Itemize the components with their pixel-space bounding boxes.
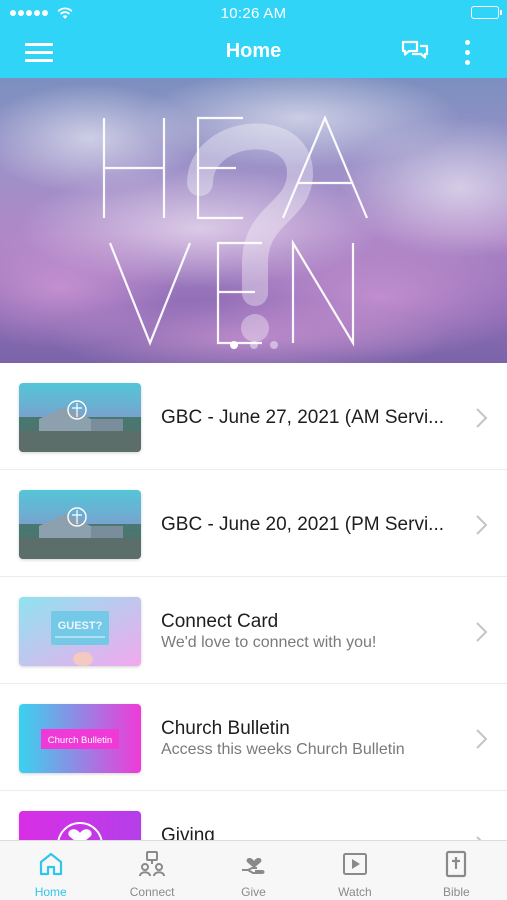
list-item[interactable]: GUEST? Connect Card We'd love to connect… — [0, 577, 507, 684]
list-item-title: GBC - June 27, 2021 (AM Servi... — [161, 407, 445, 428]
tab-label: Give — [241, 885, 266, 899]
app-screen: 10:26 AM Home GBC - June 27, 2021 (AM Se… — [0, 0, 507, 900]
tab-label: Home — [34, 885, 67, 899]
connect-icon — [139, 851, 166, 877]
status-time: 10:26 AM — [220, 5, 287, 22]
list-item[interactable]: GBC - June 20, 2021 (PM Servi... — [0, 470, 507, 577]
list-item-subtitle: We'd love to connect with you! — [161, 634, 377, 651]
more-options-icon[interactable] — [459, 38, 477, 68]
list-item-title: Giving — [161, 825, 215, 840]
carousel-dot[interactable] — [269, 341, 278, 349]
home-icon — [39, 852, 62, 876]
sermon-thumbnail — [19, 490, 141, 559]
list-item[interactable]: Church Bulletin Church Bulletin Access t… — [0, 684, 507, 791]
tab-give[interactable]: Give — [203, 841, 304, 900]
chevron-right-icon — [476, 515, 488, 535]
list-item-title: GBC - June 20, 2021 (PM Servi... — [161, 514, 445, 535]
carousel-dot[interactable] — [249, 341, 258, 349]
battery-icon — [471, 6, 502, 19]
nav-bar: Home — [0, 26, 507, 78]
list-item-title: Connect Card — [161, 611, 279, 632]
giving-thumbnail — [19, 811, 141, 840]
watch-icon — [342, 853, 367, 875]
tab-connect[interactable]: Connect — [101, 841, 202, 900]
carousel-dot[interactable] — [229, 341, 238, 349]
list-item-subtitle: Access this weeks Church Bulletin — [161, 741, 405, 758]
content-list: GBC - June 27, 2021 (AM Servi... GBC - J… — [0, 363, 507, 840]
chevron-right-icon — [476, 408, 488, 428]
tab-label: Watch — [338, 885, 372, 899]
app-header: 10:26 AM Home — [0, 0, 507, 78]
connect-card-thumbnail: GUEST? — [19, 597, 141, 666]
hero-artwork — [0, 78, 507, 363]
chevron-right-icon — [476, 622, 488, 642]
carousel-indicator — [0, 341, 507, 349]
bulletin-thumb-text: Church Bulletin — [48, 735, 112, 746]
tab-home[interactable]: Home — [0, 841, 101, 900]
tab-watch[interactable]: Watch — [304, 841, 405, 900]
chat-icon[interactable] — [401, 39, 429, 65]
list-item[interactable]: GBC - June 27, 2021 (AM Servi... — [0, 363, 507, 470]
bulletin-thumbnail: Church Bulletin — [19, 704, 141, 773]
list-item[interactable]: Giving — [0, 791, 507, 840]
status-bar: 10:26 AM — [0, 0, 507, 26]
tab-bible[interactable]: Bible — [406, 841, 507, 900]
guest-card-text: GUEST? — [58, 620, 103, 632]
page-title: Home — [225, 40, 282, 62]
give-icon — [241, 858, 264, 874]
bible-icon — [446, 850, 467, 878]
list-item-title: Church Bulletin — [161, 718, 290, 739]
tab-label: Connect — [129, 885, 175, 899]
chevron-right-icon — [476, 729, 488, 749]
tab-label: Bible — [442, 885, 470, 899]
sermon-thumbnail — [19, 383, 141, 452]
hero-banner[interactable] — [0, 78, 507, 363]
tab-bar: Home Connect Give Watch Bible — [0, 840, 507, 900]
